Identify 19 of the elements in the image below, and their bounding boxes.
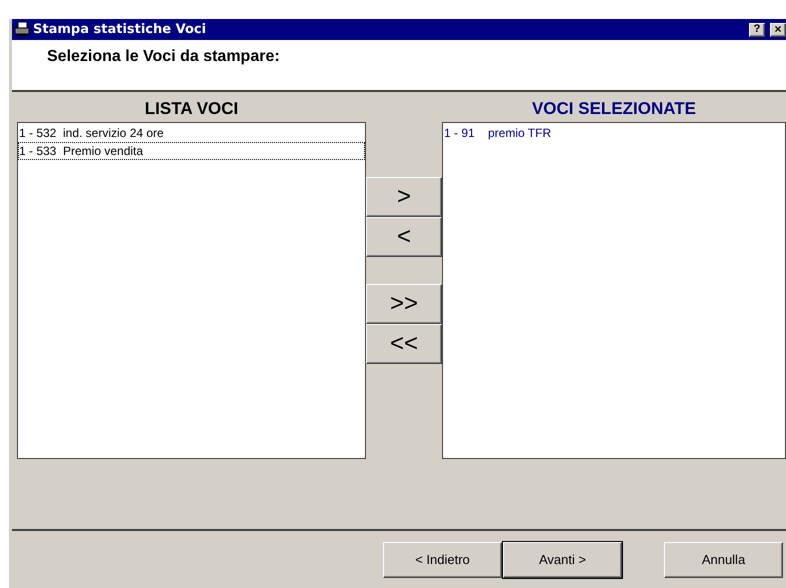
- help-button[interactable]: ?: [749, 22, 765, 36]
- left-listbox[interactable]: 1 - 532 ind. servizio 24 ore 1 - 533 Premio vendita: [17, 122, 366, 459]
- right-listbox[interactable]: 1 - 91 premio TFR: [442, 122, 786, 459]
- list-item[interactable]: 1 - 91 premio TFR: [443, 124, 785, 142]
- list-heading: VOCI SELEZIONATE: [530, 99, 698, 119]
- move-button[interactable]: <: [366, 217, 442, 257]
- move-button[interactable]: <<: [366, 324, 442, 364]
- move-button[interactable]: >: [366, 177, 442, 217]
- footer-button[interactable]: < Indietro: [383, 542, 502, 578]
- move-button[interactable]: >>: [366, 284, 442, 324]
- footer-button[interactable]: Annulla: [664, 542, 783, 578]
- close-button[interactable]: ×: [770, 22, 786, 36]
- footer-button[interactable]: Avanti >: [503, 542, 622, 578]
- list-item[interactable]: 1 - 533 Premio vendita: [18, 142, 365, 160]
- instruction-text: Seleziona le Voci da stampare:: [47, 48, 280, 65]
- list-item[interactable]: 1 - 532 ind. servizio 24 ore: [18, 124, 365, 142]
- printer-icon: [14, 22, 30, 37]
- list-heading: LISTA VOCI: [144, 99, 240, 119]
- window-title: Stampa statistiche Voci: [33, 20, 208, 39]
